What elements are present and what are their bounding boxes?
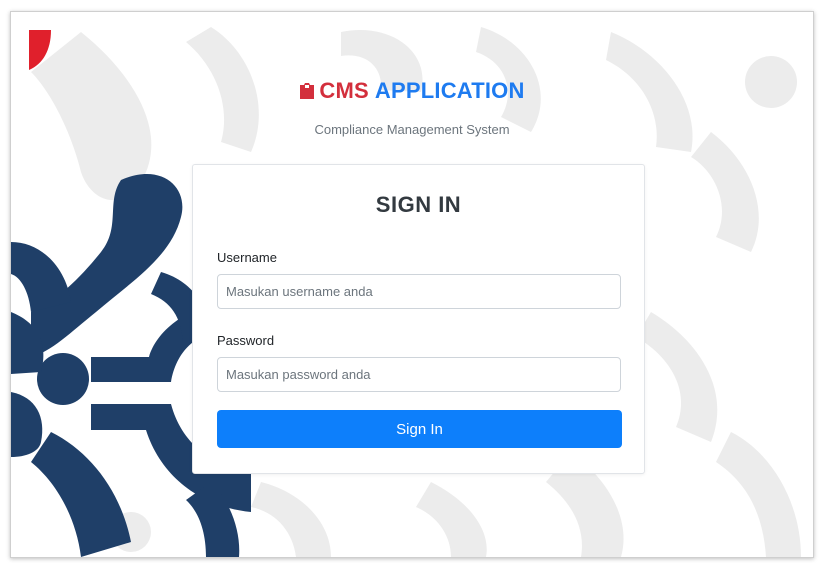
brand-name-cms: CMS (319, 78, 369, 103)
signin-button[interactable]: Sign In (217, 410, 622, 448)
username-input[interactable] (217, 274, 621, 309)
password-label: Password (217, 333, 275, 348)
brand-name-application: APPLICATION (374, 78, 525, 103)
signin-card: SIGN IN Username Password Sign In (192, 164, 645, 474)
password-input[interactable] (217, 357, 621, 392)
username-label: Username (217, 250, 277, 265)
signin-title: SIGN IN (375, 192, 462, 217)
app-brand: CMS APPLICATION (11, 78, 813, 106)
folder-icon (299, 80, 315, 106)
login-window: CMS APPLICATION Compliance Management Sys… (10, 11, 814, 558)
app-subtitle: Compliance Management System (314, 122, 510, 137)
